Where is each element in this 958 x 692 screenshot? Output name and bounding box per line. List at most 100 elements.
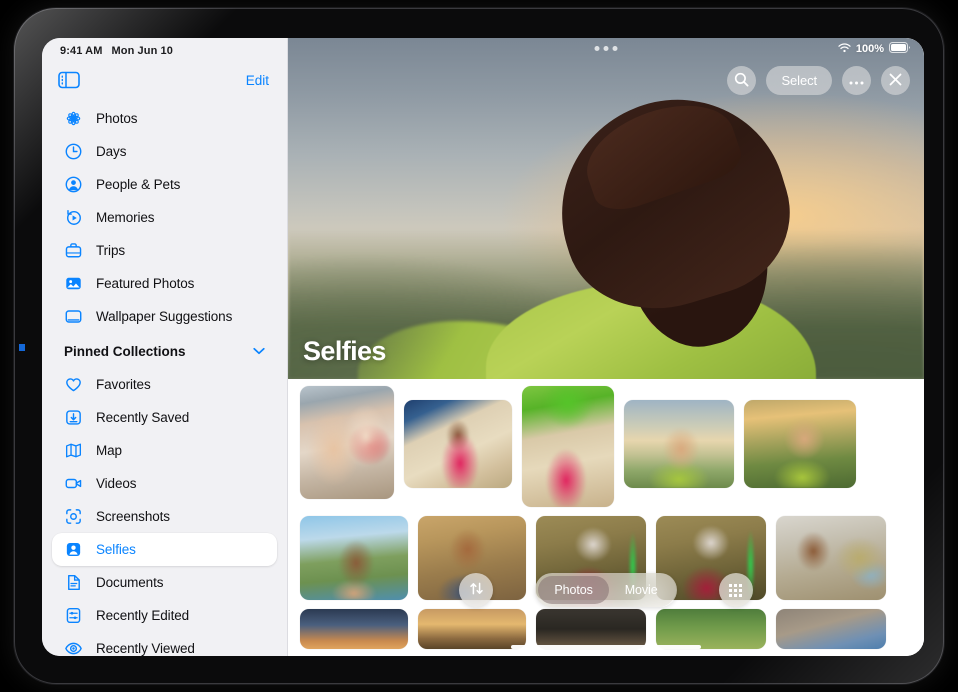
- screenshot-icon: [64, 507, 83, 526]
- sidebar-item-label: Featured Photos: [96, 276, 194, 291]
- sidebar-item-featured-photos[interactable]: Featured Photos: [52, 267, 277, 300]
- wallpaper-icon: [64, 307, 83, 326]
- photos-movie-segmented-control[interactable]: Photos Movie: [535, 573, 676, 607]
- sidebar-item-label: People & Pets: [96, 177, 180, 192]
- sidebar-item-label: Recently Edited: [96, 608, 189, 623]
- sidebar-item-label: Photos: [96, 111, 137, 126]
- photo-thumbnail[interactable]: [522, 386, 614, 507]
- sidebar-item-screenshots[interactable]: Screenshots: [52, 500, 277, 533]
- memories-play-icon: [64, 208, 83, 227]
- sidebar-item-photos[interactable]: Photos: [52, 102, 277, 135]
- photo-thumbnail[interactable]: [744, 400, 856, 488]
- segment-movie[interactable]: Movie: [609, 576, 674, 604]
- clock-icon: [64, 142, 83, 161]
- sidebar-item-label: Recently Saved: [96, 410, 189, 425]
- sidebar-item-label: Map: [96, 443, 122, 458]
- search-icon: [734, 72, 749, 90]
- sidebar-item-selfies[interactable]: Selfies: [52, 533, 277, 566]
- annotation-mark: [19, 344, 25, 351]
- woman-pink-top-rocks-subject: [404, 400, 512, 488]
- page-title: Selfies: [303, 336, 386, 367]
- segment-photos[interactable]: Photos: [538, 576, 608, 604]
- photo-thumbnail[interactable]: [300, 386, 394, 499]
- close-button[interactable]: [881, 66, 910, 95]
- photo-thumbnail[interactable]: [404, 400, 512, 488]
- more-options-button[interactable]: [842, 66, 871, 95]
- sidebar-item-label: Documents: [96, 575, 163, 590]
- home-indicator: [511, 645, 701, 649]
- ipad-status-overlay: 100%: [838, 42, 910, 56]
- woman-green-top-sunset-subject: [624, 400, 734, 488]
- sidebar-toolbar: Edit: [42, 60, 287, 100]
- close-x-icon: [889, 73, 902, 89]
- sunset-face-partial: [418, 609, 526, 649]
- search-button[interactable]: [727, 66, 756, 95]
- hero-toolbar: Select: [727, 66, 910, 95]
- photo-row: [288, 386, 924, 507]
- sidebar-item-label: Trips: [96, 243, 125, 258]
- sidebar-item-label: Days: [96, 144, 126, 159]
- sidebar-item-people-pets[interactable]: People & Pets: [52, 168, 277, 201]
- sidebar-item-map[interactable]: Map: [52, 434, 277, 467]
- sidebar-item-memories[interactable]: Memories: [52, 201, 277, 234]
- hero-subject-portrait: [504, 65, 809, 379]
- sidebar-item-label: Recently Viewed: [96, 641, 195, 656]
- sidebar-item-recently-viewed[interactable]: Recently Viewed: [52, 632, 277, 656]
- photo-thumbnail[interactable]: [776, 516, 886, 600]
- grid-view-icon: [729, 584, 742, 597]
- ellipsis-icon: [849, 73, 864, 88]
- woman-green-cloth-overhead-subject: [522, 386, 614, 507]
- photo-thumbnail[interactable]: [656, 609, 766, 649]
- sidebar: 9:41 AM Mon Jun 10 Edit Photos Days People…: [42, 38, 288, 656]
- status-bar: 9:41 AM Mon Jun 10: [42, 38, 287, 60]
- ipad-screen: 9:41 AM Mon Jun 10 Edit Photos Days People…: [42, 38, 924, 656]
- sidebar-item-favorites[interactable]: Favorites: [52, 368, 277, 401]
- dark-portrait-partial: [536, 609, 646, 649]
- eye-icon: [64, 639, 83, 656]
- ipad-device-frame: 9:41 AM Mon Jun 10 Edit Photos Days People…: [14, 8, 944, 684]
- photo-thumbnail[interactable]: [418, 609, 526, 649]
- sidebar-item-days[interactable]: Days: [52, 135, 277, 168]
- sidebar-toggle-icon[interactable]: [58, 71, 80, 89]
- sidebar-item-videos[interactable]: Videos: [52, 467, 277, 500]
- sidebar-item-documents[interactable]: Documents: [52, 566, 277, 599]
- chevron-down-icon[interactable]: [253, 346, 265, 358]
- sidebar-item-wallpaper-suggestions[interactable]: Wallpaper Suggestions: [52, 300, 277, 333]
- sidebar-item-recently-edited[interactable]: Recently Edited: [52, 599, 277, 632]
- status-time: 9:41 AM: [60, 45, 102, 57]
- edit-button[interactable]: Edit: [246, 73, 269, 88]
- suitcase-icon: [64, 241, 83, 260]
- photo-thumbnail[interactable]: [624, 400, 734, 488]
- photos-flower-icon: [64, 109, 83, 128]
- selfie-person-icon: [64, 540, 83, 559]
- document-icon: [64, 573, 83, 592]
- man-poolside-selfie-subject: [300, 516, 408, 600]
- status-date: Mon Jun 10: [111, 45, 173, 57]
- pinned-collections-label: Pinned Collections: [64, 344, 186, 359]
- sidebar-item-recently-saved[interactable]: Recently Saved: [52, 401, 277, 434]
- multitasking-dots-icon[interactable]: [595, 46, 618, 51]
- pinned-collections-header[interactable]: Pinned Collections: [52, 335, 277, 368]
- sidebar-item-label: Selfies: [96, 542, 136, 557]
- video-camera-icon: [64, 474, 83, 493]
- wifi-icon: [838, 43, 851, 56]
- photo-grid[interactable]: [288, 379, 924, 656]
- sidebar-item-label: Videos: [96, 476, 136, 491]
- featured-photo-icon: [64, 274, 83, 293]
- heart-icon: [64, 375, 83, 394]
- photo-thumbnail[interactable]: [300, 516, 408, 600]
- sidebar-item-trips[interactable]: Trips: [52, 234, 277, 267]
- man-ornate-room-selfie-subject: [776, 516, 886, 600]
- select-button[interactable]: Select: [766, 66, 832, 95]
- sidebar-scroll-area[interactable]: Photos Days People & Pets Memories Trips Feat…: [42, 102, 287, 656]
- battery-percent-label: 100%: [856, 43, 884, 55]
- grid-view-button[interactable]: [719, 573, 753, 607]
- sidebar-item-label: Favorites: [96, 377, 151, 392]
- sunset-portrait-partial: [300, 609, 408, 649]
- photo-row: [288, 609, 924, 649]
- photo-thumbnail[interactable]: [536, 609, 646, 649]
- person-circle-icon: [64, 175, 83, 194]
- photo-thumbnail[interactable]: [300, 609, 408, 649]
- photo-thumbnail[interactable]: [776, 609, 886, 649]
- rock-sky-partial: [776, 609, 886, 649]
